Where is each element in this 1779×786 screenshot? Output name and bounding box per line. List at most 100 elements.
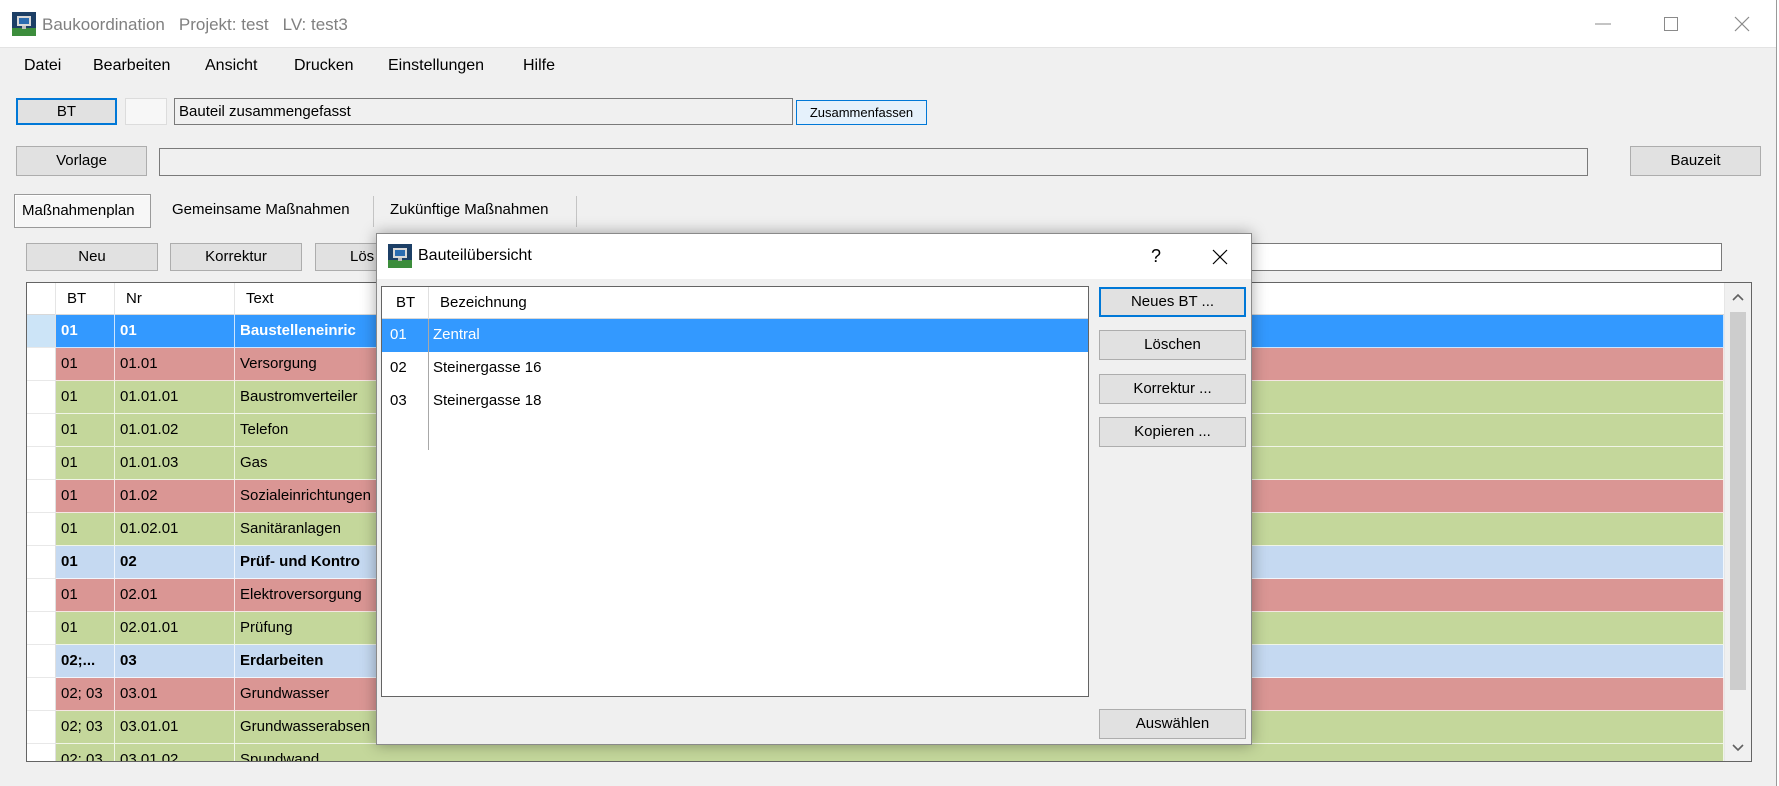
tab-massnahmenplan[interactable]: Maßnahmenplan bbox=[14, 194, 151, 228]
list-item[interactable]: 03 Steinergasse 18 bbox=[382, 385, 1088, 418]
row-header-cell[interactable] bbox=[27, 513, 56, 546]
cell-bt[interactable]: 02; 03 bbox=[56, 678, 115, 711]
row-header-cell[interactable] bbox=[27, 315, 56, 348]
app-name: Baukoordination bbox=[42, 15, 165, 34]
new-button[interactable]: Neu bbox=[26, 243, 158, 271]
cell-nr[interactable]: 03.01.01 bbox=[115, 711, 235, 744]
cell-bezeichnung[interactable]: Steinergasse 18 bbox=[428, 385, 1088, 418]
cell-nr[interactable]: 03.01.02 bbox=[115, 744, 235, 761]
list-item[interactable]: 02 Steinergasse 16 bbox=[382, 352, 1088, 385]
cell-bezeichnung[interactable]: Steinergasse 16 bbox=[428, 352, 1088, 385]
cell-nr[interactable]: 01 bbox=[115, 315, 235, 348]
row-header-cell[interactable] bbox=[27, 348, 56, 381]
close-button[interactable] bbox=[1719, 0, 1765, 47]
cell-bt[interactable]: 02;... bbox=[56, 645, 115, 678]
row-header-cell[interactable] bbox=[27, 612, 56, 645]
delete-component-button[interactable]: Löschen bbox=[1099, 330, 1246, 360]
menu-einstellungen[interactable]: Einstellungen bbox=[388, 57, 484, 75]
chevron-down-icon bbox=[1732, 743, 1744, 751]
cell-bezeichnung[interactable]: Zentral bbox=[428, 319, 1088, 352]
column-header-bezeichnung[interactable]: Bezeichnung bbox=[440, 287, 527, 319]
help-button[interactable]: ? bbox=[1142, 234, 1170, 279]
cell-bt[interactable]: 01 bbox=[56, 348, 115, 381]
column-header-bt[interactable]: BT bbox=[396, 287, 415, 319]
app-icon bbox=[12, 12, 36, 36]
new-component-button[interactable]: Neues BT ... bbox=[1099, 287, 1246, 317]
maximize-button[interactable] bbox=[1648, 0, 1694, 47]
minimize-button[interactable] bbox=[1580, 0, 1626, 47]
menu-bearbeiten[interactable]: Bearbeiten bbox=[93, 57, 170, 75]
scroll-down-button[interactable] bbox=[1725, 734, 1751, 761]
merge-button[interactable]: Zusammenfassen bbox=[796, 100, 927, 125]
menu-datei[interactable]: Datei bbox=[24, 57, 61, 75]
row-header-cell[interactable] bbox=[27, 546, 56, 579]
cell-nr[interactable]: 03.01 bbox=[115, 678, 235, 711]
duration-button[interactable]: Bauzeit bbox=[1630, 146, 1761, 176]
close-icon bbox=[1212, 249, 1228, 264]
cell-bt[interactable]: 01 bbox=[56, 414, 115, 447]
bt-code-field[interactable] bbox=[125, 98, 167, 125]
cell-bt[interactable]: 01 bbox=[385, 319, 428, 352]
cell-bt[interactable]: 02; 03 bbox=[56, 744, 115, 761]
dialog-close-button[interactable] bbox=[1197, 234, 1243, 279]
header-corner bbox=[27, 283, 56, 315]
cell-nr[interactable]: 02.01.01 bbox=[115, 612, 235, 645]
scroll-up-button[interactable] bbox=[1725, 283, 1751, 310]
list-item[interactable]: 01 Zentral bbox=[382, 319, 1088, 352]
component-list[interactable]: BT Bezeichnung 03 Steinergasse 18 02 Steine… bbox=[381, 286, 1089, 697]
column-divider bbox=[428, 287, 429, 319]
tab-gemeinsame-massnahmen[interactable]: Gemeinsame Maßnahmen bbox=[172, 201, 350, 219]
table-row[interactable]: 02; 03 03.01.02 Spundwand bbox=[27, 744, 1724, 761]
menu-ansicht[interactable]: Ansicht bbox=[205, 57, 257, 75]
row-header-cell[interactable] bbox=[27, 480, 56, 513]
title-bar: Baukoordination Projekt: test LV: test3 bbox=[0, 0, 1776, 48]
row-header-cell[interactable] bbox=[27, 678, 56, 711]
menu-hilfe[interactable]: Hilfe bbox=[523, 57, 555, 75]
cell-bt[interactable]: 01 bbox=[56, 381, 115, 414]
cell-nr[interactable]: 01.01.01 bbox=[115, 381, 235, 414]
cell-nr[interactable]: 03 bbox=[115, 645, 235, 678]
cell-nr[interactable]: 01.01 bbox=[115, 348, 235, 381]
dialog-app-icon bbox=[388, 244, 412, 268]
tab-zukuenftige-massnahmen[interactable]: Zukünftige Maßnahmen bbox=[390, 201, 548, 219]
cell-nr[interactable]: 01.01.03 bbox=[115, 447, 235, 480]
cell-bt[interactable]: 01 bbox=[56, 315, 115, 348]
dialog-title-bar: Bauteilübersicht ? bbox=[377, 234, 1251, 279]
cell-text[interactable]: Spundwand bbox=[235, 744, 1724, 761]
cell-bt[interactable]: 01 bbox=[56, 612, 115, 645]
vertical-scrollbar[interactable] bbox=[1724, 283, 1751, 761]
column-header-bt[interactable]: BT bbox=[56, 283, 115, 315]
row-header-cell[interactable] bbox=[27, 645, 56, 678]
template-field[interactable] bbox=[159, 148, 1588, 176]
copy-component-button[interactable]: Kopieren ... bbox=[1099, 417, 1246, 447]
row-header-cell[interactable] bbox=[27, 711, 56, 744]
template-button[interactable]: Vorlage bbox=[16, 146, 147, 176]
cell-bt[interactable]: 01 bbox=[56, 513, 115, 546]
row-header-cell[interactable] bbox=[27, 744, 56, 761]
cell-bt[interactable]: 03 bbox=[385, 385, 428, 418]
row-header-cell[interactable] bbox=[27, 447, 56, 480]
select-button[interactable]: Auswählen bbox=[1099, 709, 1246, 739]
row-header-cell[interactable] bbox=[27, 381, 56, 414]
scroll-thumb[interactable] bbox=[1730, 312, 1746, 690]
tab-label: Maßnahmenplan bbox=[22, 202, 135, 219]
cell-bt[interactable]: 01 bbox=[56, 447, 115, 480]
cell-nr[interactable]: 02.01 bbox=[115, 579, 235, 612]
cell-nr[interactable]: 01.01.02 bbox=[115, 414, 235, 447]
cell-bt[interactable]: 02 bbox=[385, 352, 428, 385]
edit-component-button[interactable]: Korrektur ... bbox=[1099, 374, 1246, 404]
cell-bt[interactable]: 01 bbox=[56, 579, 115, 612]
cell-nr[interactable]: 01.02 bbox=[115, 480, 235, 513]
cell-bt[interactable]: 01 bbox=[56, 546, 115, 579]
cell-bt[interactable]: 01 bbox=[56, 480, 115, 513]
column-header-nr[interactable]: Nr bbox=[115, 283, 235, 315]
menu-drucken[interactable]: Drucken bbox=[294, 57, 354, 75]
edit-button[interactable]: Korrektur bbox=[170, 243, 302, 271]
cell-nr[interactable]: 01.02.01 bbox=[115, 513, 235, 546]
bt-description-field[interactable]: Bauteil zusammengefasst bbox=[174, 98, 793, 125]
row-header-cell[interactable] bbox=[27, 579, 56, 612]
cell-bt[interactable]: 02; 03 bbox=[56, 711, 115, 744]
cell-nr[interactable]: 02 bbox=[115, 546, 235, 579]
bt-button[interactable]: BT bbox=[16, 98, 117, 125]
row-header-cell[interactable] bbox=[27, 414, 56, 447]
